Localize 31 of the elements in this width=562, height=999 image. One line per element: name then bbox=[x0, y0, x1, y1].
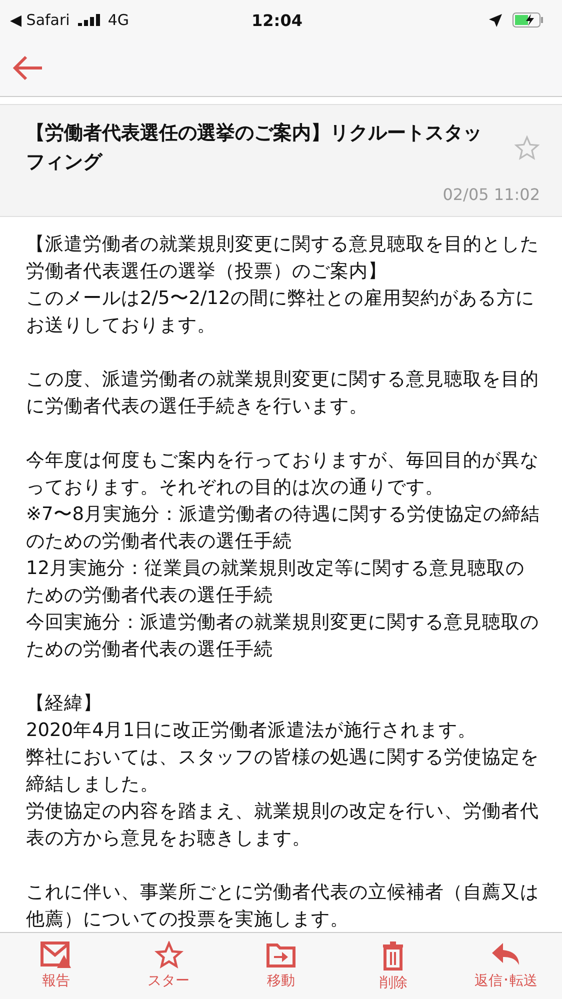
battery-charging-icon bbox=[512, 12, 544, 28]
body-text: 労使協定の内容を踏まえ、就業規則の改定を行い、労働者代表の方から意見をお聴きします。 bbox=[26, 800, 540, 851]
delete-button[interactable]: 削除 bbox=[337, 933, 450, 999]
body-text: 今回実施分：派遣労働者の就業規則変更に関する意見聴取のための労働者代表の選任手続 bbox=[26, 611, 540, 662]
network-label: 4G bbox=[108, 11, 129, 29]
body-text: 12月実施分：従業員の就業規則改定等に関する意見聴取のための労働者代表の選任手続 bbox=[26, 557, 526, 608]
body-text: ※7〜8月実施分：派遣労働者の待遇に関する労使協定の締結のための労働者代表の選任手続 bbox=[26, 503, 542, 554]
move-button[interactable]: 移動 bbox=[224, 933, 338, 999]
folder-arrow-icon bbox=[266, 941, 296, 969]
star-icon bbox=[154, 941, 184, 969]
email-date: 02/05 11:02 bbox=[442, 185, 540, 204]
trash-icon bbox=[381, 941, 406, 971]
email-subject: 【労働者代表選任の選挙のご案内】リクルートスタッフィング bbox=[26, 121, 483, 175]
body-text: 【経緯】 bbox=[26, 692, 103, 716]
body-text: これに伴い、事業所ごとに労働者代表の立候補者（自薦又は他薦）についての投票を実施します。 bbox=[26, 881, 540, 932]
body-text: この度、派遣労働者の就業規則変更に関する意見聴取を目的に労働者代表の選任手続きを行います。 bbox=[26, 368, 540, 419]
body-text: このメールは2/5〜2/12の間に弊社との雇用契約がある方にお送りしております。 bbox=[26, 287, 536, 338]
star-button[interactable]: スター bbox=[112, 933, 225, 999]
star-icon[interactable] bbox=[514, 135, 540, 161]
body-text: 今年度は何度もご案内を行っておりますが、毎回目的が異なっております。それぞれの目的は次の通りです。 bbox=[26, 449, 540, 500]
location-arrow-icon bbox=[489, 14, 502, 26]
clock-time: 12:04 bbox=[252, 10, 302, 30]
body-text: 弊社においては、スタッフの皆様の処遇に関する労使協定を締結しました。 bbox=[26, 746, 540, 797]
signal-icon bbox=[78, 14, 100, 26]
body-text: 【派遣労働者の就業規則変更に関する意見聴取を目的とした労働者代表選任の選挙（投票）のご案内】 bbox=[26, 233, 540, 284]
report-button[interactable]: 報告 bbox=[0, 933, 112, 999]
body-text: 2020年4月1日に改正労働者派遣法が施行されます。 bbox=[26, 719, 478, 743]
reply-button[interactable]: 返信･転送 bbox=[450, 933, 562, 999]
back-to-app-link[interactable]: ◀ Safari bbox=[10, 11, 70, 29]
mail-warning-icon bbox=[40, 941, 72, 969]
back-arrow-icon[interactable] bbox=[12, 54, 44, 82]
